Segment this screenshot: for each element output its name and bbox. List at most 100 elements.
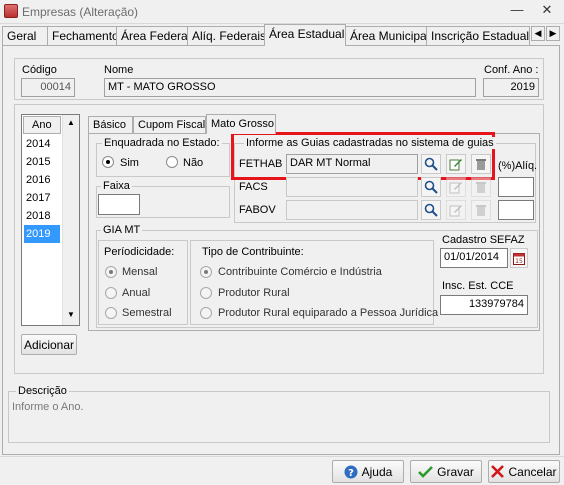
codigo-label: Código	[22, 64, 57, 76]
tipo-contribuinte-legend: Tipo de Contribuinte:	[202, 246, 304, 258]
enquadrada-nao-radio[interactable]	[166, 156, 178, 168]
year-item-2015[interactable]: 2015	[24, 153, 60, 171]
cancelar-button[interactable]: Cancelar	[488, 460, 560, 483]
cadastro-sefaz-field[interactable]: 01/01/2014	[440, 248, 508, 268]
year-list-header: Ano	[23, 116, 61, 134]
insc-est-cce-field[interactable]: 133979784	[440, 295, 528, 315]
trash-icon	[476, 205, 486, 216]
periodicidade-semestral-label: Semestral	[122, 307, 172, 319]
tab-aliq-federais[interactable]: Alíq. Federais	[187, 26, 266, 45]
search-icon	[424, 203, 438, 217]
aliq-label: (%)Alíq.	[498, 160, 538, 172]
cancel-icon	[491, 465, 505, 478]
tab-basico[interactable]: Básico	[88, 116, 133, 133]
edit-icon	[449, 159, 462, 171]
year-item-2019[interactable]: 2019	[24, 225, 60, 243]
tipo-produtor-radio[interactable]	[200, 287, 212, 299]
periodicidade-mensal-label: Mensal	[122, 266, 158, 278]
descricao-hint: Informe o Ano.	[12, 401, 84, 413]
tab-scroll-left-icon[interactable]: ◀	[531, 26, 545, 41]
periodicidade-semestral-radio[interactable]	[105, 307, 117, 319]
window-title: Empresas (Alteração)	[22, 5, 139, 19]
fabov-search-button[interactable]	[421, 200, 441, 220]
fethab-label: FETHAB	[239, 158, 283, 170]
nome-field: MT - MATO GROSSO	[104, 78, 476, 97]
gravar-button[interactable]: Gravar	[410, 460, 482, 483]
trash-icon	[476, 182, 486, 193]
year-item-2017[interactable]: 2017	[24, 189, 60, 207]
tab-mato-grosso[interactable]: Mato Grosso	[206, 114, 276, 134]
edit-icon	[449, 205, 462, 217]
fabov-delete-button[interactable]	[471, 200, 491, 220]
tab-inscricao-estadual[interactable]: Inscrição Estadual S	[426, 26, 530, 45]
scroll-down-icon[interactable]: ▼	[63, 307, 79, 324]
edit-icon	[449, 182, 462, 194]
search-icon	[424, 180, 438, 194]
tab-geral[interactable]: Geral	[2, 26, 48, 45]
fethab-delete-button[interactable]	[471, 154, 491, 174]
facs-edit-button[interactable]	[446, 177, 466, 197]
tipo-comercio-label: Contribuinte Comércio e Indústria	[218, 266, 382, 278]
fabov-edit-button[interactable]	[446, 200, 466, 220]
enquadrada-legend: Enquadrada no Estado:	[102, 137, 222, 149]
cadastro-sefaz-label: Cadastro SEFAZ	[442, 234, 525, 246]
fethab-edit-button[interactable]	[446, 154, 466, 174]
facs-delete-button[interactable]	[471, 177, 491, 197]
enquadrada-sim-label: Sim	[120, 157, 139, 169]
svg-text:15: 15	[515, 258, 523, 265]
adicionar-label: Adicionar	[23, 337, 75, 352]
year-item-2018[interactable]: 2018	[24, 207, 60, 225]
descricao-legend: Descrição	[16, 385, 69, 397]
fabov-label: FABOV	[239, 204, 276, 216]
tab-scroll-right-icon[interactable]: ▶	[546, 26, 560, 41]
gia-legend: GIA MT	[101, 224, 143, 236]
tab-area-federal[interactable]: Área Federal	[116, 26, 190, 45]
faixa-input[interactable]	[98, 194, 140, 215]
year-listbox[interactable]: Ano 2014 2015 2016 2017 2018 2019 ▲ ▼	[21, 114, 80, 326]
facs-aliq-input[interactable]	[498, 177, 534, 197]
insc-est-cce-label: Insc. Est. CCE	[442, 280, 514, 292]
year-item-2014[interactable]: 2014	[24, 135, 60, 153]
conf-ano-field: 2019	[483, 78, 539, 97]
ajuda-button[interactable]: ? Ajuda	[332, 460, 404, 483]
search-icon	[424, 157, 438, 171]
main-tab-strip: Geral Fechamento Área Federal Alíq. Fede…	[0, 24, 564, 46]
tab-cupom-fiscal[interactable]: Cupom Fiscal	[133, 116, 206, 133]
fabov-aliq-input[interactable]	[498, 200, 534, 220]
periodicidade-anual-radio[interactable]	[105, 287, 117, 299]
tab-fechamento[interactable]: Fechamento	[47, 26, 119, 45]
conf-ano-label: Conf. Ano :	[484, 64, 539, 76]
facs-field	[286, 177, 418, 197]
scroll-up-icon[interactable]: ▲	[63, 115, 79, 132]
close-button[interactable]: ✕	[534, 2, 560, 20]
svg-text:?: ?	[348, 468, 354, 479]
footer-divider	[0, 456, 564, 457]
tipo-comercio-radio[interactable]	[200, 266, 212, 278]
facs-search-button[interactable]	[421, 177, 441, 197]
tipo-produtor-pj-label: Produtor Rural equiparado a Pessoa Juríd…	[218, 307, 439, 319]
tab-area-municipal[interactable]: Área Municipal	[345, 26, 429, 45]
ajuda-label: Ajuda	[361, 464, 393, 479]
descricao-group	[8, 391, 550, 443]
facs-label: FACS	[239, 181, 268, 193]
fethab-search-button[interactable]	[421, 154, 441, 174]
periodicidade-anual-label: Anual	[122, 287, 151, 299]
enquadrada-nao-label: Não	[183, 157, 204, 169]
periodicidade-mensal-radio[interactable]	[105, 266, 117, 278]
tab-area-estadual[interactable]: Área Estadual	[264, 24, 346, 46]
year-list-scrollbar[interactable]: ▲ ▼	[62, 115, 79, 325]
calendar-button[interactable]: 15	[510, 248, 528, 268]
gravar-label: Gravar	[437, 464, 474, 479]
adicionar-button[interactable]: Adicionar	[21, 334, 77, 355]
minimize-button[interactable]: —	[504, 2, 530, 20]
year-item-2016[interactable]: 2016	[24, 171, 60, 189]
cancelar-label: Cancelar	[508, 464, 557, 479]
calendar-icon: 15	[513, 252, 525, 265]
app-icon	[4, 4, 18, 18]
title-bar: Empresas (Alteração) — ✕	[0, 0, 564, 24]
check-icon	[418, 466, 434, 478]
enquadrada-sim-radio[interactable]	[102, 156, 114, 168]
trash-icon	[476, 159, 486, 170]
tipo-produtor-pj-radio[interactable]	[200, 307, 212, 319]
guias-legend: Informe as Guias cadastradas no sistema …	[244, 137, 496, 149]
